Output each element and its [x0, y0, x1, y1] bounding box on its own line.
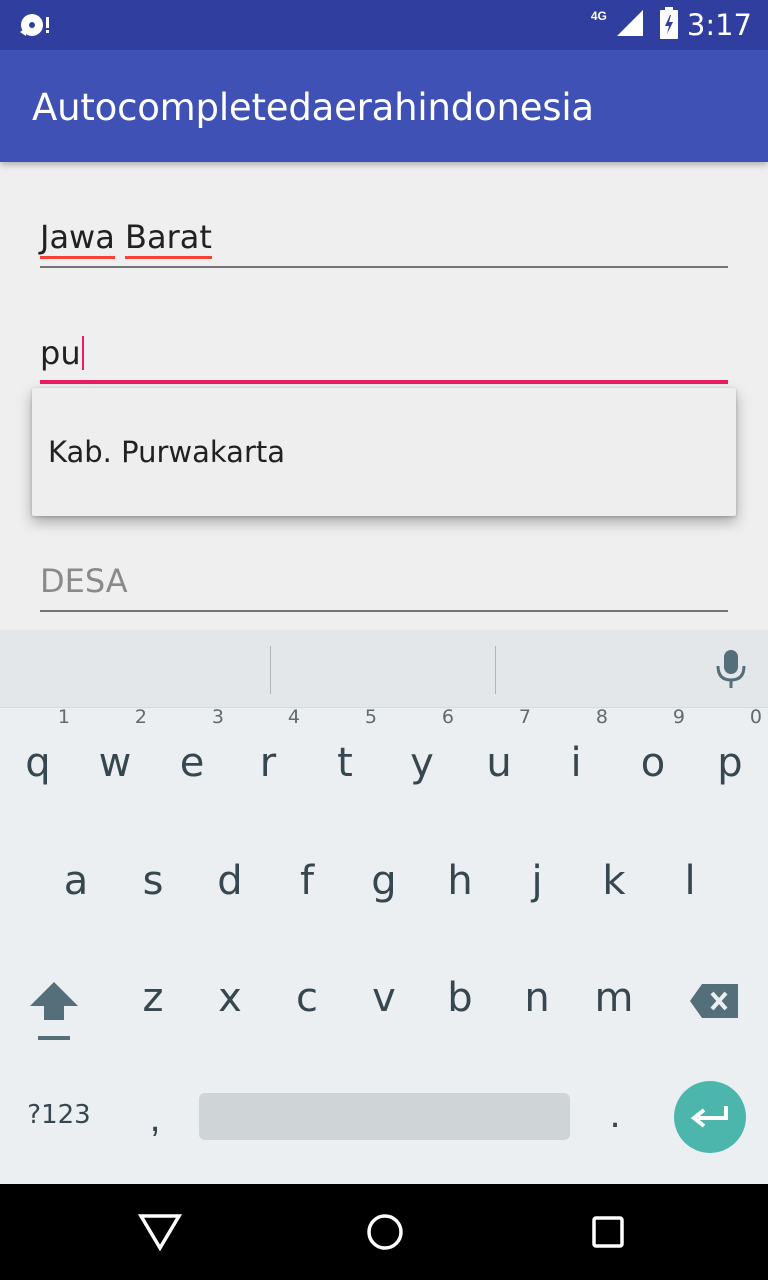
key-o[interactable]: 9o	[615, 706, 691, 786]
key-a[interactable]: a	[38, 858, 114, 904]
period-key[interactable]: .	[590, 1092, 640, 1137]
key-r[interactable]: 4r	[230, 706, 306, 786]
key-x[interactable]: x	[192, 975, 268, 1021]
key-f[interactable]: f	[269, 858, 345, 904]
key-w[interactable]: 2w	[77, 706, 153, 786]
suggestion-divider	[270, 646, 271, 694]
key-y[interactable]: 6y	[384, 706, 460, 786]
symbols-key[interactable]: ?123	[16, 1100, 102, 1130]
key-e[interactable]: 3e	[154, 706, 230, 786]
app-title: Autocompletedaerahindonesia	[32, 86, 594, 129]
dropdown-item[interactable]: Kab. Purwakarta	[32, 388, 736, 516]
recents-icon[interactable]	[590, 1212, 626, 1257]
key-h[interactable]: h	[422, 858, 498, 904]
enter-key[interactable]	[674, 1081, 746, 1153]
network-type: 4G	[590, 9, 607, 23]
key-s[interactable]: s	[115, 858, 191, 904]
key-v[interactable]: v	[346, 975, 422, 1021]
key-q[interactable]: 1q	[0, 706, 76, 786]
home-icon[interactable]	[365, 1212, 405, 1257]
key-u[interactable]: 7u	[461, 706, 537, 786]
key-p[interactable]: 0p	[692, 706, 768, 786]
suggestion-strip	[0, 630, 768, 708]
autocomplete-dropdown: Kab. Purwakarta	[32, 388, 736, 516]
key-n[interactable]: n	[499, 975, 575, 1021]
sync-icon	[18, 10, 54, 45]
key-d[interactable]: d	[192, 858, 268, 904]
province-word-2: Barat	[125, 218, 212, 259]
key-l[interactable]: l	[652, 858, 728, 904]
key-g[interactable]: g	[346, 858, 422, 904]
space-key[interactable]	[199, 1093, 570, 1140]
desa-placeholder: DESA	[40, 562, 128, 600]
text-caret	[81, 336, 84, 370]
city-input[interactable]: pu	[40, 334, 728, 386]
soft-keyboard: 1q 2w 3e 4r 5t 6y 7u 8i 9o 0p a s d f g …	[0, 630, 768, 1184]
suggestion-divider	[495, 646, 496, 694]
signal-icon	[615, 8, 645, 43]
back-icon[interactable]	[137, 1212, 183, 1257]
key-t[interactable]: 5t	[307, 706, 383, 786]
key-b[interactable]: b	[422, 975, 498, 1021]
comma-key[interactable]: ,	[130, 1096, 180, 1141]
shift-icon[interactable]	[28, 978, 80, 1049]
city-input-value: pu	[40, 334, 81, 372]
status-bar: 4G 3:17	[0, 0, 768, 50]
province-word-1: Jawa	[40, 218, 115, 259]
key-c[interactable]: c	[269, 975, 345, 1021]
key-m[interactable]: m	[576, 975, 652, 1021]
province-input[interactable]: Jawa Barat	[40, 218, 728, 270]
key-j[interactable]: j	[499, 858, 575, 904]
enter-icon	[690, 1106, 728, 1128]
field-underline	[40, 266, 728, 268]
mic-icon[interactable]	[714, 648, 748, 695]
field-underline	[40, 610, 728, 612]
key-k[interactable]: k	[576, 858, 652, 904]
app-bar: Autocompletedaerahindonesia	[0, 50, 768, 162]
key-z[interactable]: z	[115, 975, 191, 1021]
clock: 3:17	[686, 8, 752, 42]
key-i[interactable]: 8i	[538, 706, 614, 786]
field-underline-focused	[40, 380, 728, 384]
backspace-icon[interactable]	[688, 982, 740, 1025]
desa-input[interactable]: DESA	[40, 562, 728, 614]
battery-icon	[659, 6, 679, 44]
navigation-bar	[0, 1184, 768, 1280]
